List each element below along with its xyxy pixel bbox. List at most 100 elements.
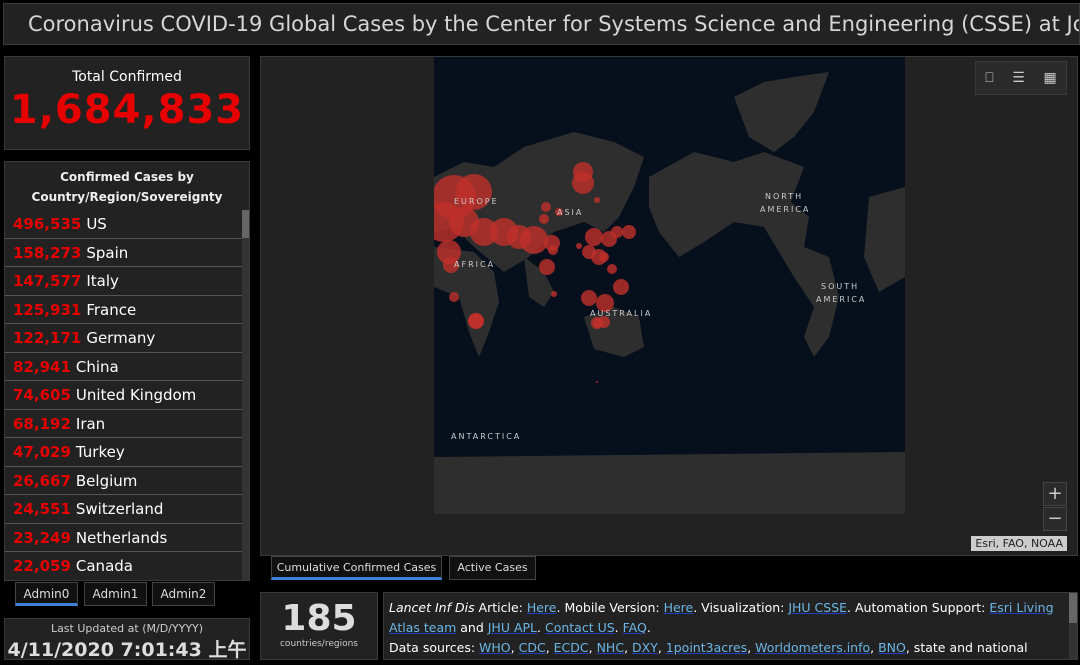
map-label-africa: AFRICA — [454, 260, 495, 269]
map-label-europe: EUROPE — [454, 197, 499, 206]
last-updated-panel: Last Updated at (M/D/YYYY) 4/11/2020 7:0… — [4, 618, 250, 661]
zoom-in-button[interactable]: + — [1043, 482, 1067, 506]
info-scrollbar[interactable] — [1069, 593, 1077, 659]
source-link[interactable]: BNO — [878, 640, 906, 655]
country-row[interactable]: 74,605 United Kingdom — [5, 381, 243, 410]
world-map[interactable]: EUROPE ASIA AFRICA AUSTRALIA NORTH AMERI… — [434, 57, 905, 514]
country-name: Belgium — [75, 471, 138, 490]
text: . — [646, 620, 651, 635]
zoom-out-button[interactable]: − — [1043, 507, 1067, 531]
text: , state and national — [905, 640, 1028, 655]
map-label-north: NORTH — [765, 192, 803, 201]
text: and — [456, 620, 488, 635]
mobile-link[interactable]: Here — [664, 600, 694, 615]
country-row[interactable]: 125,931 France — [5, 296, 243, 324]
basemap-gallery-icon[interactable]: ▦ — [1043, 70, 1056, 86]
map-panel[interactable]: EUROPE ASIA AFRICA AUSTRALIA NORTH AMERI… — [260, 56, 1078, 556]
country-count: 74,605 — [13, 386, 71, 404]
jhu-csse-link[interactable]: JHU CSSE — [788, 600, 847, 615]
country-list-panel: Confirmed Cases by Country/Region/Sovere… — [4, 161, 250, 581]
country-name: Switzerland — [75, 500, 164, 518]
last-updated-label: Last Updated at (M/D/YYYY) — [50, 622, 204, 635]
country-count-value: 185 — [281, 598, 357, 639]
country-name: China — [75, 357, 119, 376]
country-count-label: countries/regions — [279, 639, 358, 649]
jhu-apl-link[interactable]: JHU APL — [488, 620, 537, 635]
country-list-title: Confirmed Cases by Country/Region/Sovere… — [31, 170, 223, 204]
country-count: 125,931 — [13, 300, 82, 319]
country-row[interactable]: 82,941 China — [5, 353, 243, 381]
source-link[interactable]: 1point3acres — [666, 640, 747, 655]
source-link[interactable]: Worldometers.info — [755, 640, 870, 655]
country-name: Iran — [75, 414, 106, 433]
last-updated-value: 4/11/2020 7:01:43 上午 — [7, 639, 247, 661]
map-label-australia: AUSTRALIA — [590, 309, 652, 318]
country-count: 82,941 — [13, 357, 71, 376]
country-row[interactable]: 68,192 Iran — [5, 410, 243, 438]
country-name: France — [86, 300, 137, 319]
country-name: United Kingdom — [75, 386, 197, 404]
country-row[interactable]: 26,667 Belgium — [5, 467, 243, 495]
country-row[interactable]: 22,059 Canada — [5, 552, 243, 580]
country-row[interactable]: 23,249 Netherlands — [5, 524, 243, 552]
country-row[interactable]: 122,171 Germany — [5, 324, 243, 353]
country-name: Turkey — [75, 443, 125, 461]
country-name: Italy — [86, 272, 119, 290]
map-widget-bar: ⎕ ☰ ▦ — [975, 61, 1067, 95]
country-count: 147,577 — [13, 272, 82, 290]
map-label-south: SOUTH — [821, 282, 859, 291]
country-count: 24,551 — [13, 500, 71, 518]
map-attribution: Esri, FAO, NOAA — [971, 536, 1067, 551]
country-count: 122,171 — [13, 329, 82, 347]
country-row[interactable]: 24,551 Switzerland — [5, 495, 243, 524]
country-count: 26,667 — [13, 471, 71, 490]
country-list: 496,535 US 158,273 Spain 147,577 Italy 125,931… — [5, 210, 243, 580]
tab-active-cases[interactable]: Active Cases — [449, 556, 536, 580]
map-label-north-america: AMERICA — [760, 205, 810, 214]
source-link[interactable]: NHC — [597, 640, 624, 655]
text: . — [614, 620, 623, 635]
legend-icon[interactable]: ☰ — [1012, 70, 1025, 86]
tab-cumulative-confirmed[interactable]: Cumulative Confirmed Cases — [271, 556, 442, 580]
country-row[interactable]: 47,029 Turkey — [5, 438, 243, 467]
total-confirmed-value: 1,684,833 — [9, 87, 245, 133]
header-bar: Coronavirus COVID-19 Global Cases by the… — [3, 3, 1080, 45]
country-row[interactable]: 158,273 Spain — [5, 239, 243, 267]
lancet-label: Lancet Inf Dis — [389, 600, 475, 615]
country-name: Germany — [86, 329, 156, 347]
list-scrollbar[interactable] — [242, 210, 249, 580]
article-link[interactable]: Here — [527, 600, 557, 615]
total-confirmed-panel: Total Confirmed 1,684,833 — [4, 56, 250, 150]
tab-admin1[interactable]: Admin1 — [84, 582, 147, 606]
country-name: US — [86, 215, 107, 233]
text: Data sources: — [389, 640, 480, 655]
map-label-antarctica: ANTARCTICA — [451, 432, 521, 441]
info-panel: Lancet Inf Dis Article: Here. Mobile Ver… — [383, 592, 1078, 660]
bookmark-icon[interactable]: ⎕ — [985, 70, 993, 86]
contact-link[interactable]: Contact US — [545, 620, 615, 635]
faq-link[interactable]: FAQ — [623, 620, 647, 635]
country-count: 68,192 — [13, 414, 71, 433]
source-link[interactable]: WHO — [479, 640, 511, 655]
source-link[interactable]: ECDC — [554, 640, 589, 655]
text: . Visualization: — [693, 600, 789, 615]
tab-admin2[interactable]: Admin2 — [152, 582, 215, 606]
text: . — [537, 620, 545, 635]
source-link[interactable]: DXY — [632, 640, 658, 655]
map-label-south-america: AMERICA — [816, 295, 866, 304]
text: . Mobile Version: — [556, 600, 664, 615]
tab-admin0[interactable]: Admin0 — [15, 582, 78, 606]
country-count: 47,029 — [13, 443, 71, 461]
total-confirmed-label: Total Confirmed — [72, 69, 182, 85]
map-label-asia: ASIA — [557, 208, 583, 217]
country-count: 496,535 — [13, 215, 82, 233]
text: Article: — [474, 600, 527, 615]
source-link[interactable]: CDC — [519, 640, 546, 655]
country-row[interactable]: 496,535 US — [5, 210, 243, 239]
country-count-panel: 185 countries/regions — [260, 592, 378, 660]
country-row[interactable]: 147,577 Italy — [5, 267, 243, 296]
country-name: Spain — [86, 243, 129, 262]
country-count: 158,273 — [13, 243, 82, 262]
text: . Automation Support: — [847, 600, 990, 615]
country-count: 22,059 — [13, 557, 71, 575]
